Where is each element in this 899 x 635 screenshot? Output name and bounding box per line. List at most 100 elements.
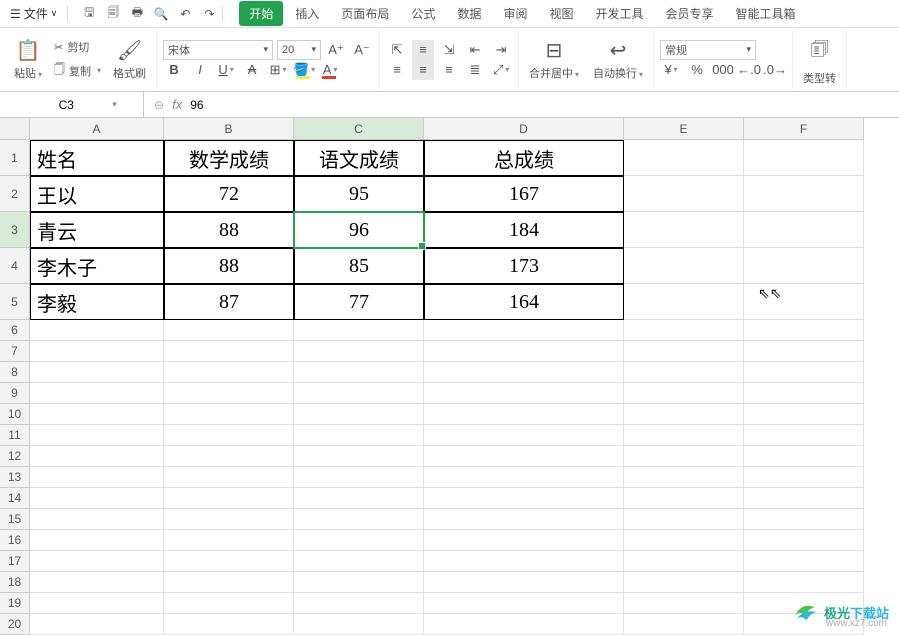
cell-D15[interactable] [424,509,624,530]
cell-B14[interactable] [164,488,294,509]
cell-B6[interactable] [164,320,294,341]
font-size-select[interactable]: 20▾ [277,40,321,60]
cell-C4[interactable]: 85 [294,248,424,284]
cell-D16[interactable] [424,530,624,551]
undo-icon[interactable]: ↶ [176,5,194,23]
cell-A20[interactable] [30,614,164,635]
cell-B12[interactable] [164,446,294,467]
cell-C16[interactable] [294,530,424,551]
cell-B4[interactable]: 88 [164,248,294,284]
row-header-19[interactable]: 19 [0,593,30,614]
align-middle-button[interactable]: ≡ [412,40,434,60]
cell-D9[interactable] [424,383,624,404]
cell-F15[interactable] [744,509,864,530]
file-menu[interactable]: ☰ 文件 ∨ [4,3,63,24]
tab-formula[interactable]: 公式 [401,1,445,26]
italic-button[interactable]: I [189,60,211,80]
print-preview-icon[interactable]: 🔍 [152,5,170,23]
row-header-12[interactable]: 12 [0,446,30,467]
justify-button[interactable]: ≣ [464,60,486,80]
cell-F10[interactable] [744,404,864,425]
cell-D13[interactable] [424,467,624,488]
cell-E4[interactable] [624,248,744,284]
cell-B20[interactable] [164,614,294,635]
cell-D14[interactable] [424,488,624,509]
percent-button[interactable]: % [686,60,708,80]
cell-D12[interactable] [424,446,624,467]
row-header-13[interactable]: 13 [0,467,30,488]
cell-A6[interactable] [30,320,164,341]
cell-F8[interactable] [744,362,864,383]
cell-C18[interactable] [294,572,424,593]
tab-smart-tools[interactable]: 智能工具箱 [726,1,806,26]
cell-C5[interactable]: 77 [294,284,424,320]
cell-E19[interactable] [624,593,744,614]
cell-B19[interactable] [164,593,294,614]
cell-D3[interactable]: 184 [424,212,624,248]
cell-B8[interactable] [164,362,294,383]
cell-C10[interactable] [294,404,424,425]
cell-F12[interactable] [744,446,864,467]
cell-C1[interactable]: 语文成绩 [294,140,424,176]
cell-A10[interactable] [30,404,164,425]
cell-B18[interactable] [164,572,294,593]
cell-B9[interactable] [164,383,294,404]
cell-B3[interactable]: 88 [164,212,294,248]
cell-A4[interactable]: 李木子 [30,248,164,284]
cell-B7[interactable] [164,341,294,362]
cell-B10[interactable] [164,404,294,425]
cell-A9[interactable] [30,383,164,404]
tab-data[interactable]: 数据 [447,1,491,26]
cell-F1[interactable] [744,140,864,176]
row-header-6[interactable]: 6 [0,320,30,341]
decrease-decimal-button[interactable]: .0→ [764,60,786,80]
cell-A16[interactable] [30,530,164,551]
cell-E5[interactable] [624,284,744,320]
cell-E16[interactable] [624,530,744,551]
cell-F7[interactable] [744,341,864,362]
align-center-button[interactable]: ≡ [412,60,434,80]
increase-indent-button[interactable]: ⇥ [490,40,512,60]
cell-D20[interactable] [424,614,624,635]
align-right-button[interactable]: ≡ [438,60,460,80]
cell-E3[interactable] [624,212,744,248]
cell-A12[interactable] [30,446,164,467]
print-icon[interactable]: 🖶 [128,5,146,23]
wrap-text-button[interactable]: ↩ 自动换行 [589,36,647,83]
cell-F17[interactable] [744,551,864,572]
cell-D2[interactable]: 167 [424,176,624,212]
cell-A17[interactable] [30,551,164,572]
row-header-20[interactable]: 20 [0,614,30,635]
chevron-down-icon[interactable]: ▾ [112,99,117,110]
tab-vip[interactable]: 会员专享 [656,1,724,26]
cell-E20[interactable] [624,614,744,635]
cell-F11[interactable] [744,425,864,446]
cell-F5[interactable] [744,284,864,320]
cell-C13[interactable] [294,467,424,488]
tab-review[interactable]: 审阅 [493,1,537,26]
column-header-D[interactable]: D [424,118,624,140]
cell-F4[interactable] [744,248,864,284]
cell-B16[interactable] [164,530,294,551]
cell-E7[interactable] [624,341,744,362]
select-all-corner[interactable] [0,118,30,140]
row-header-8[interactable]: 8 [0,362,30,383]
cell-F16[interactable] [744,530,864,551]
cell-C9[interactable] [294,383,424,404]
cell-B17[interactable] [164,551,294,572]
row-header-3[interactable]: 3 [0,212,30,248]
cell-D1[interactable]: 总成绩 [424,140,624,176]
cell-C19[interactable] [294,593,424,614]
cell-E10[interactable] [624,404,744,425]
cell-C17[interactable] [294,551,424,572]
cell-F13[interactable] [744,467,864,488]
cell-A2[interactable]: 王以 [30,176,164,212]
column-header-B[interactable]: B [164,118,294,140]
save-icon[interactable]: 🖫 [80,5,98,23]
cell-F2[interactable] [744,176,864,212]
row-header-1[interactable]: 1 [0,140,30,176]
align-bottom-button[interactable]: ⇲ [438,40,460,60]
cell-A7[interactable] [30,341,164,362]
cell-E8[interactable] [624,362,744,383]
cell-F3[interactable] [744,212,864,248]
